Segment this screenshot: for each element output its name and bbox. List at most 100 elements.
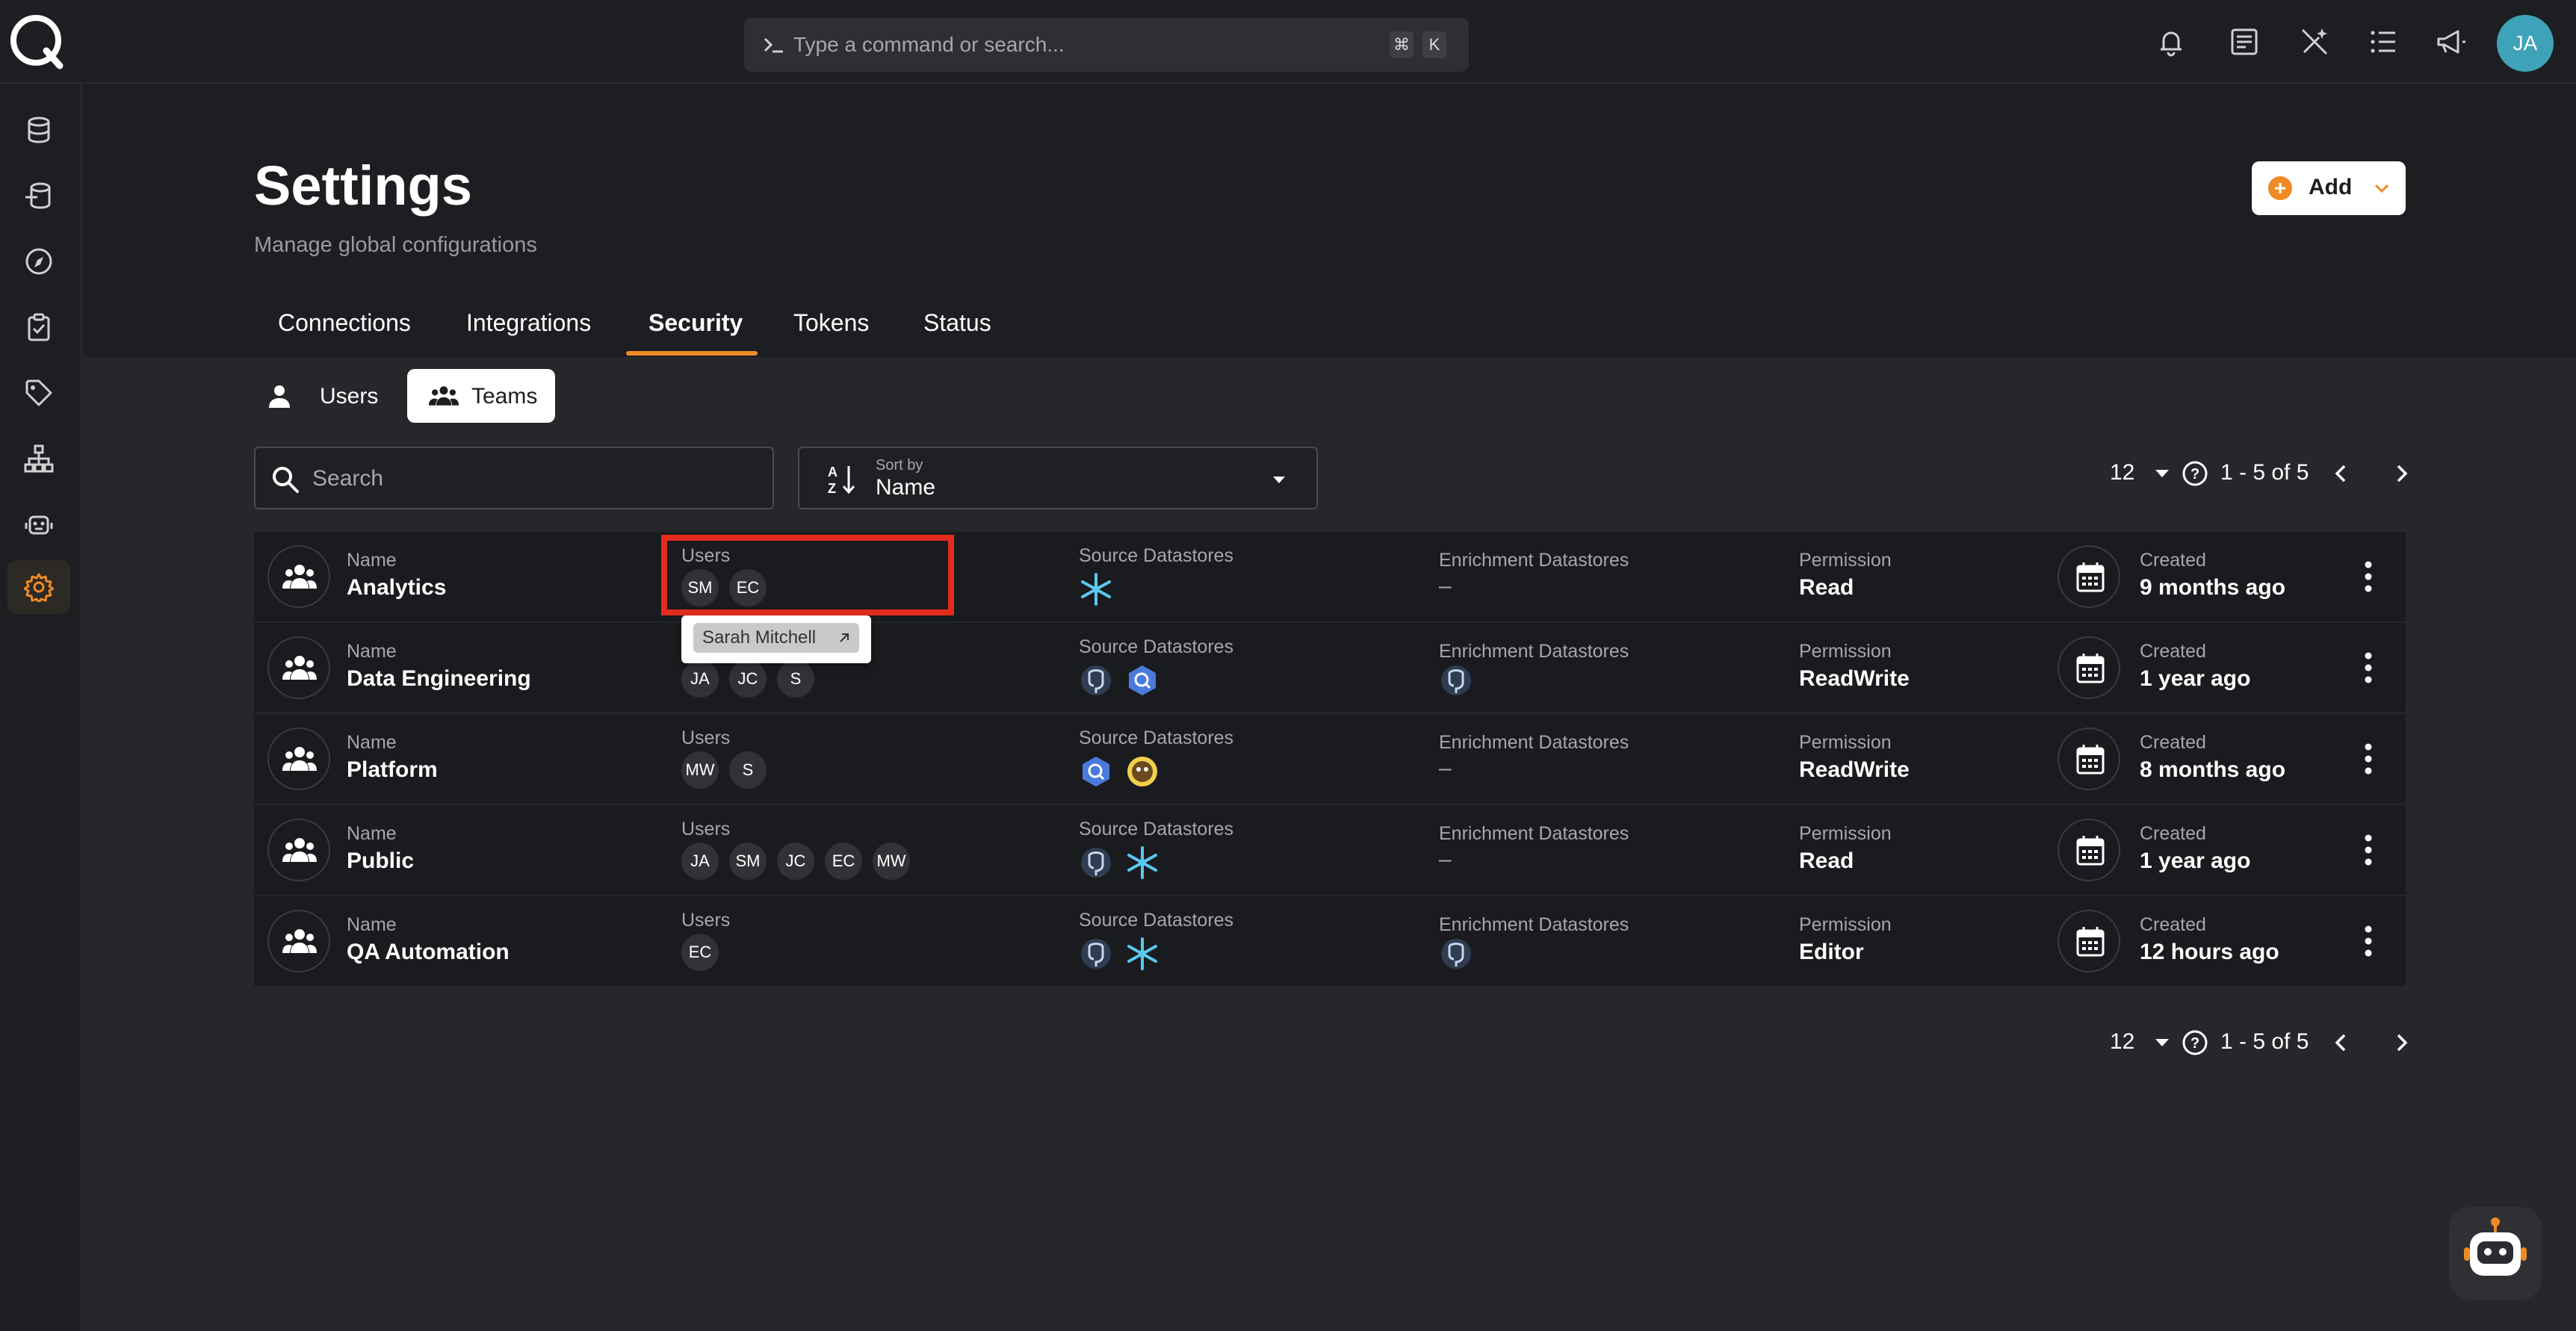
team-icon-badge xyxy=(267,636,330,699)
team-row: NameData EngineeringUsersJAJCSSource Dat… xyxy=(254,623,2406,713)
database-icon xyxy=(28,117,50,143)
page-range: 1 - 5 of 5 xyxy=(2220,1029,2309,1054)
created-label: Created xyxy=(2140,732,2206,753)
per-page-select[interactable]: 12 xyxy=(2110,460,2134,485)
snowflake-icon xyxy=(1081,573,1111,606)
nav-settings[interactable] xyxy=(7,560,70,614)
permission-label: Permission xyxy=(1799,641,1892,662)
nav-checks[interactable] xyxy=(7,300,70,354)
user-initials-chip[interactable]: S xyxy=(729,751,767,789)
postgres-icon xyxy=(1081,666,1111,695)
chevron-right-icon[interactable] xyxy=(2388,460,2415,487)
help-icon[interactable]: ? xyxy=(2182,1029,2208,1056)
name-label: Name xyxy=(347,914,397,935)
help-icon[interactable]: ? xyxy=(2182,460,2208,487)
tab-tokens[interactable]: Tokens xyxy=(793,309,869,357)
add-button[interactable]: + Add xyxy=(2252,161,2406,215)
permission-label: Permission xyxy=(1799,732,1892,753)
team-name: Public xyxy=(347,848,415,873)
search-input[interactable]: Search xyxy=(254,447,774,509)
svg-text:?: ? xyxy=(2190,466,2199,483)
svg-text:?: ? xyxy=(2190,1035,2199,1052)
user-initials-chip[interactable]: JC xyxy=(729,660,767,698)
list-icon[interactable] xyxy=(2365,24,2401,60)
enrichment-datastores-label: Enrichment Datastores xyxy=(1439,641,1629,662)
user-link-chip[interactable]: Sarah Mitchell xyxy=(693,623,859,653)
nav-tags[interactable] xyxy=(7,366,70,420)
per-page-select[interactable]: 12 xyxy=(2110,1029,2134,1055)
gear-icon xyxy=(24,573,54,602)
user-initials-chip[interactable]: JA xyxy=(681,843,719,880)
source-datastores-label: Source Datastores xyxy=(1079,636,1234,657)
team-icon-badge xyxy=(267,819,330,881)
user-initials-chip[interactable]: EC xyxy=(681,934,719,971)
team-name: Analytics xyxy=(347,575,447,600)
group-icon xyxy=(282,747,317,771)
calendar-icon xyxy=(2076,654,2105,683)
permission-value: Read xyxy=(1799,848,1854,873)
more-options-icon[interactable] xyxy=(2361,741,2376,777)
permission-label: Permission xyxy=(1799,914,1892,935)
tooltip-user-name: Sarah Mitchell xyxy=(702,627,817,648)
dropdown-arrow-icon[interactable] xyxy=(2153,466,2171,481)
svg-text:Z: Z xyxy=(828,481,836,496)
chevron-left-icon[interactable] xyxy=(2328,1029,2355,1056)
user-initials-chip[interactable]: MW xyxy=(681,751,719,789)
tab-security[interactable]: Security xyxy=(648,309,743,357)
name-label: Name xyxy=(347,550,397,571)
page-range: 1 - 5 of 5 xyxy=(2220,460,2309,485)
nav-agents[interactable] xyxy=(7,497,70,551)
calendar-icon xyxy=(2076,562,2105,592)
dropdown-arrow-icon[interactable] xyxy=(2153,1035,2171,1050)
user-initials-chip[interactable]: MW xyxy=(873,843,910,880)
empty-value: – xyxy=(1439,574,1452,598)
tab-status[interactable]: Status xyxy=(923,309,991,357)
team-row: Name QA Automation Users EC Source Datastore… xyxy=(254,896,2406,986)
team-icon-badge xyxy=(267,727,330,790)
bell-icon[interactable] xyxy=(2153,24,2189,60)
user-avatar[interactable]: JA xyxy=(2497,15,2554,72)
subtab-users[interactable]: Users xyxy=(254,369,397,423)
megaphone-icon[interactable] xyxy=(2433,24,2468,60)
sort-by-select[interactable]: A Z Sort by Name xyxy=(798,447,1318,509)
nav-enrichment[interactable] xyxy=(7,169,70,223)
more-options-icon[interactable] xyxy=(2361,923,2376,959)
subtab-teams-label: Teams xyxy=(471,384,538,409)
empty-value: – xyxy=(1439,756,1452,781)
created-value: 12 hours ago xyxy=(2140,940,2279,964)
magic-wand-off-icon[interactable] xyxy=(2297,24,2332,60)
subtab-users-label: Users xyxy=(320,384,379,409)
source-datastores-label: Source Datastores xyxy=(1079,819,1234,840)
robot-icon xyxy=(25,515,53,535)
add-button-label: Add xyxy=(2309,175,2353,199)
more-options-icon[interactable] xyxy=(2361,559,2376,595)
app-logo[interactable] xyxy=(7,12,67,72)
chevron-left-icon[interactable] xyxy=(2328,460,2355,487)
group-icon xyxy=(282,656,317,680)
enrichment-datastores-label: Enrichment Datastores xyxy=(1439,914,1629,935)
created-value: 8 months ago xyxy=(2140,757,2286,782)
created-label: Created xyxy=(2140,823,2206,844)
pagination-bottom: 12 ? 1 - 5 of 5 xyxy=(2110,1025,2409,1061)
user-initials-chip[interactable]: EC xyxy=(825,843,862,880)
nav-explore[interactable] xyxy=(7,235,70,288)
nav-datastores[interactable] xyxy=(7,103,70,157)
document-icon[interactable] xyxy=(2226,24,2262,60)
more-options-icon[interactable] xyxy=(2361,832,2376,868)
user-initials-chip[interactable]: JC xyxy=(777,843,814,880)
more-options-icon[interactable] xyxy=(2361,650,2376,686)
user-initials-chip[interactable]: JA xyxy=(681,660,719,698)
user-initials-chip[interactable]: S xyxy=(777,660,814,698)
chevron-right-icon[interactable] xyxy=(2388,1029,2415,1056)
nav-hierarchy[interactable] xyxy=(7,432,70,485)
user-initials-chip[interactable]: SM xyxy=(729,843,767,880)
tab-integrations[interactable]: Integrations xyxy=(466,309,591,357)
calendar-icon xyxy=(2076,927,2105,957)
created-value: 1 year ago xyxy=(2140,848,2251,873)
active-tab-indicator xyxy=(626,351,758,356)
assistant-bot-button[interactable] xyxy=(2449,1207,2542,1300)
tab-connections[interactable]: Connections xyxy=(278,309,411,357)
group-icon xyxy=(282,838,317,862)
command-search-bar[interactable]: Type a command or search... ⌘ K xyxy=(744,18,1469,72)
subtab-teams[interactable]: Teams xyxy=(407,369,555,423)
